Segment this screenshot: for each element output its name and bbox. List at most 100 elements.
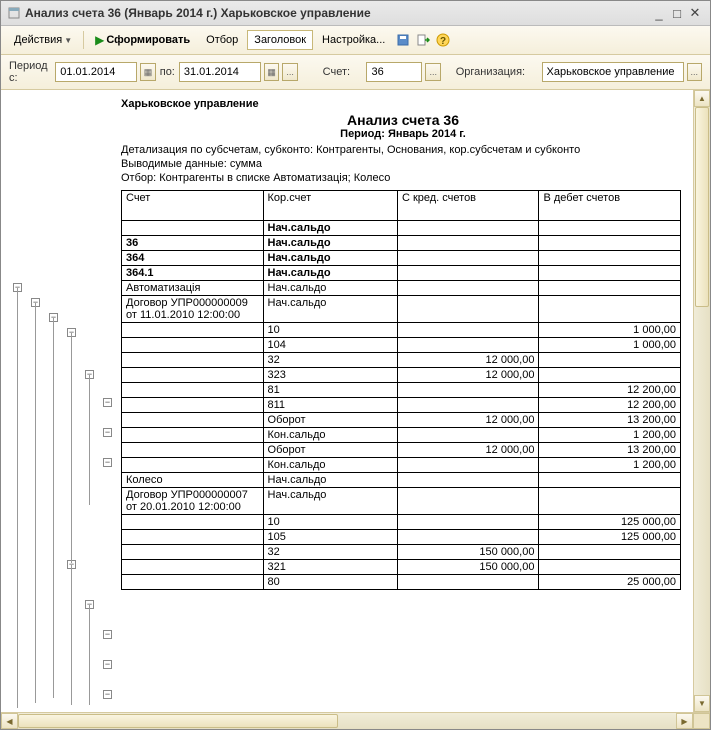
cell-coraccount: 80 — [263, 575, 397, 590]
cell-debit: 1 000,00 — [539, 338, 681, 353]
cell-coraccount: Нач.сальдо — [263, 281, 397, 296]
tree-toggle[interactable]: − — [103, 630, 112, 639]
cell-coraccount: Оборот — [263, 413, 397, 428]
tree-toggle[interactable]: − — [103, 690, 112, 699]
minimize-button[interactable]: _ — [650, 6, 668, 21]
cell-account — [122, 323, 264, 338]
export-icon[interactable] — [414, 31, 432, 49]
table-row: КолесоНач.сальдо — [122, 473, 681, 488]
col-debit: В дебет счетов — [539, 191, 681, 221]
period-to-field[interactable] — [179, 62, 261, 82]
actions-menu[interactable]: Действия▼ — [7, 30, 79, 50]
period-from-input[interactable] — [56, 64, 136, 80]
table-header-row: Счет Кор.счет С кред. счетов В дебет сче… — [122, 191, 681, 221]
cell-debit — [539, 236, 681, 251]
cell-credit — [397, 296, 539, 323]
cell-coraccount: 32 — [263, 545, 397, 560]
cell-coraccount: 32 — [263, 353, 397, 368]
scroll-track[interactable] — [694, 107, 710, 695]
period-from-field[interactable] — [55, 62, 137, 82]
cell-credit — [397, 221, 539, 236]
table-row: Договор УПР000000009 от 11.01.2010 12:00… — [122, 296, 681, 323]
cell-credit — [397, 530, 539, 545]
header-button[interactable]: Заголовок — [247, 30, 313, 50]
cell-coraccount: Кон.сальдо — [263, 458, 397, 473]
cell-coraccount: Оборот — [263, 443, 397, 458]
period-to-input[interactable] — [180, 64, 260, 80]
period-select-button[interactable]: ... — [282, 63, 297, 81]
cell-account — [122, 338, 264, 353]
cell-coraccount: 10 — [263, 323, 397, 338]
cell-coraccount: 323 — [263, 368, 397, 383]
report-title: Анализ счета 36 — [121, 112, 685, 128]
vertical-scrollbar[interactable]: ▲ ▼ — [693, 90, 710, 712]
titlebar: Анализ счета 36 (Январь 2014 г.) Харьков… — [1, 1, 710, 26]
account-input[interactable] — [367, 64, 421, 80]
tree-toggle[interactable]: − — [103, 428, 112, 437]
tree-toggle[interactable]: − — [103, 458, 112, 467]
help-icon[interactable]: ? — [434, 31, 452, 49]
cell-debit — [539, 545, 681, 560]
settings-label: Настройка... — [322, 34, 385, 46]
report-area: Харьковское управление Анализ счета 36 П… — [121, 90, 693, 712]
cell-coraccount: Нач.сальдо — [263, 296, 397, 323]
cell-credit — [397, 338, 539, 353]
cell-account — [122, 368, 264, 383]
cell-debit — [539, 251, 681, 266]
table-row: 32150 000,00 — [122, 545, 681, 560]
form-button[interactable]: ▶Сформировать — [88, 29, 197, 51]
cell-credit — [397, 428, 539, 443]
report-period: Период: Январь 2014 г. — [121, 128, 685, 140]
scroll-left-button[interactable]: ◀ — [1, 713, 18, 729]
cell-debit — [539, 488, 681, 515]
account-select-button[interactable]: ... — [425, 63, 440, 81]
cell-credit — [397, 488, 539, 515]
table-row: АвтоматизаціяНач.сальдо — [122, 281, 681, 296]
actions-label: Действия — [14, 34, 62, 46]
cell-debit: 25 000,00 — [539, 575, 681, 590]
filter-button[interactable]: Отбор — [199, 30, 245, 50]
account-field[interactable] — [366, 62, 422, 82]
header-label: Заголовок — [254, 34, 306, 46]
scroll-thumb[interactable] — [695, 107, 709, 307]
settings-button[interactable]: Настройка... — [315, 30, 392, 50]
maximize-button[interactable]: □ — [668, 6, 686, 21]
scroll-corner — [693, 713, 710, 729]
tree-gutter: − − − − − − − − − − − − − — [1, 90, 121, 712]
toolbar: Действия▼ ▶Сформировать Отбор Заголовок … — [1, 26, 710, 55]
cell-coraccount: 10 — [263, 515, 397, 530]
table-row: 3212 000,00 — [122, 353, 681, 368]
calendar-to-button[interactable]: ▦ — [264, 63, 279, 81]
calendar-from-button[interactable]: ▦ — [140, 63, 155, 81]
scroll-thumb-h[interactable] — [18, 714, 338, 728]
period-to-label: по: — [160, 66, 175, 78]
cell-debit: 125 000,00 — [539, 515, 681, 530]
cell-coraccount: Кон.сальдо — [263, 428, 397, 443]
horizontal-scrollbar[interactable]: ◀ ▶ — [1, 712, 710, 729]
cell-account — [122, 575, 264, 590]
scroll-up-button[interactable]: ▲ — [694, 90, 710, 107]
cell-coraccount: Нач.сальдо — [263, 221, 397, 236]
cell-debit: 1 000,00 — [539, 323, 681, 338]
org-input[interactable] — [543, 64, 683, 80]
play-icon: ▶ — [95, 33, 104, 47]
scroll-track-h[interactable] — [18, 713, 676, 729]
window-title: Анализ счета 36 (Январь 2014 г.) Харьков… — [25, 6, 650, 20]
cell-credit: 150 000,00 — [397, 560, 539, 575]
table-row: 364Нач.сальдо — [122, 251, 681, 266]
cell-account — [122, 515, 264, 530]
tree-toggle[interactable]: − — [103, 660, 112, 669]
tree-toggle[interactable]: − — [103, 398, 112, 407]
table-row: Нач.сальдо — [122, 221, 681, 236]
cell-coraccount: 104 — [263, 338, 397, 353]
scroll-down-button[interactable]: ▼ — [694, 695, 710, 712]
cell-debit — [539, 368, 681, 383]
org-select-button[interactable]: ... — [687, 63, 702, 81]
close-button[interactable]: ✕ — [686, 5, 704, 21]
org-field[interactable] — [542, 62, 684, 82]
table-row: Договор УПР000000007 от 20.01.2010 12:00… — [122, 488, 681, 515]
report-output: Выводимые данные: сумма — [121, 158, 685, 170]
save-icon[interactable] — [394, 31, 412, 49]
filter-label: Отбор — [206, 34, 238, 46]
scroll-right-button[interactable]: ▶ — [676, 713, 693, 729]
